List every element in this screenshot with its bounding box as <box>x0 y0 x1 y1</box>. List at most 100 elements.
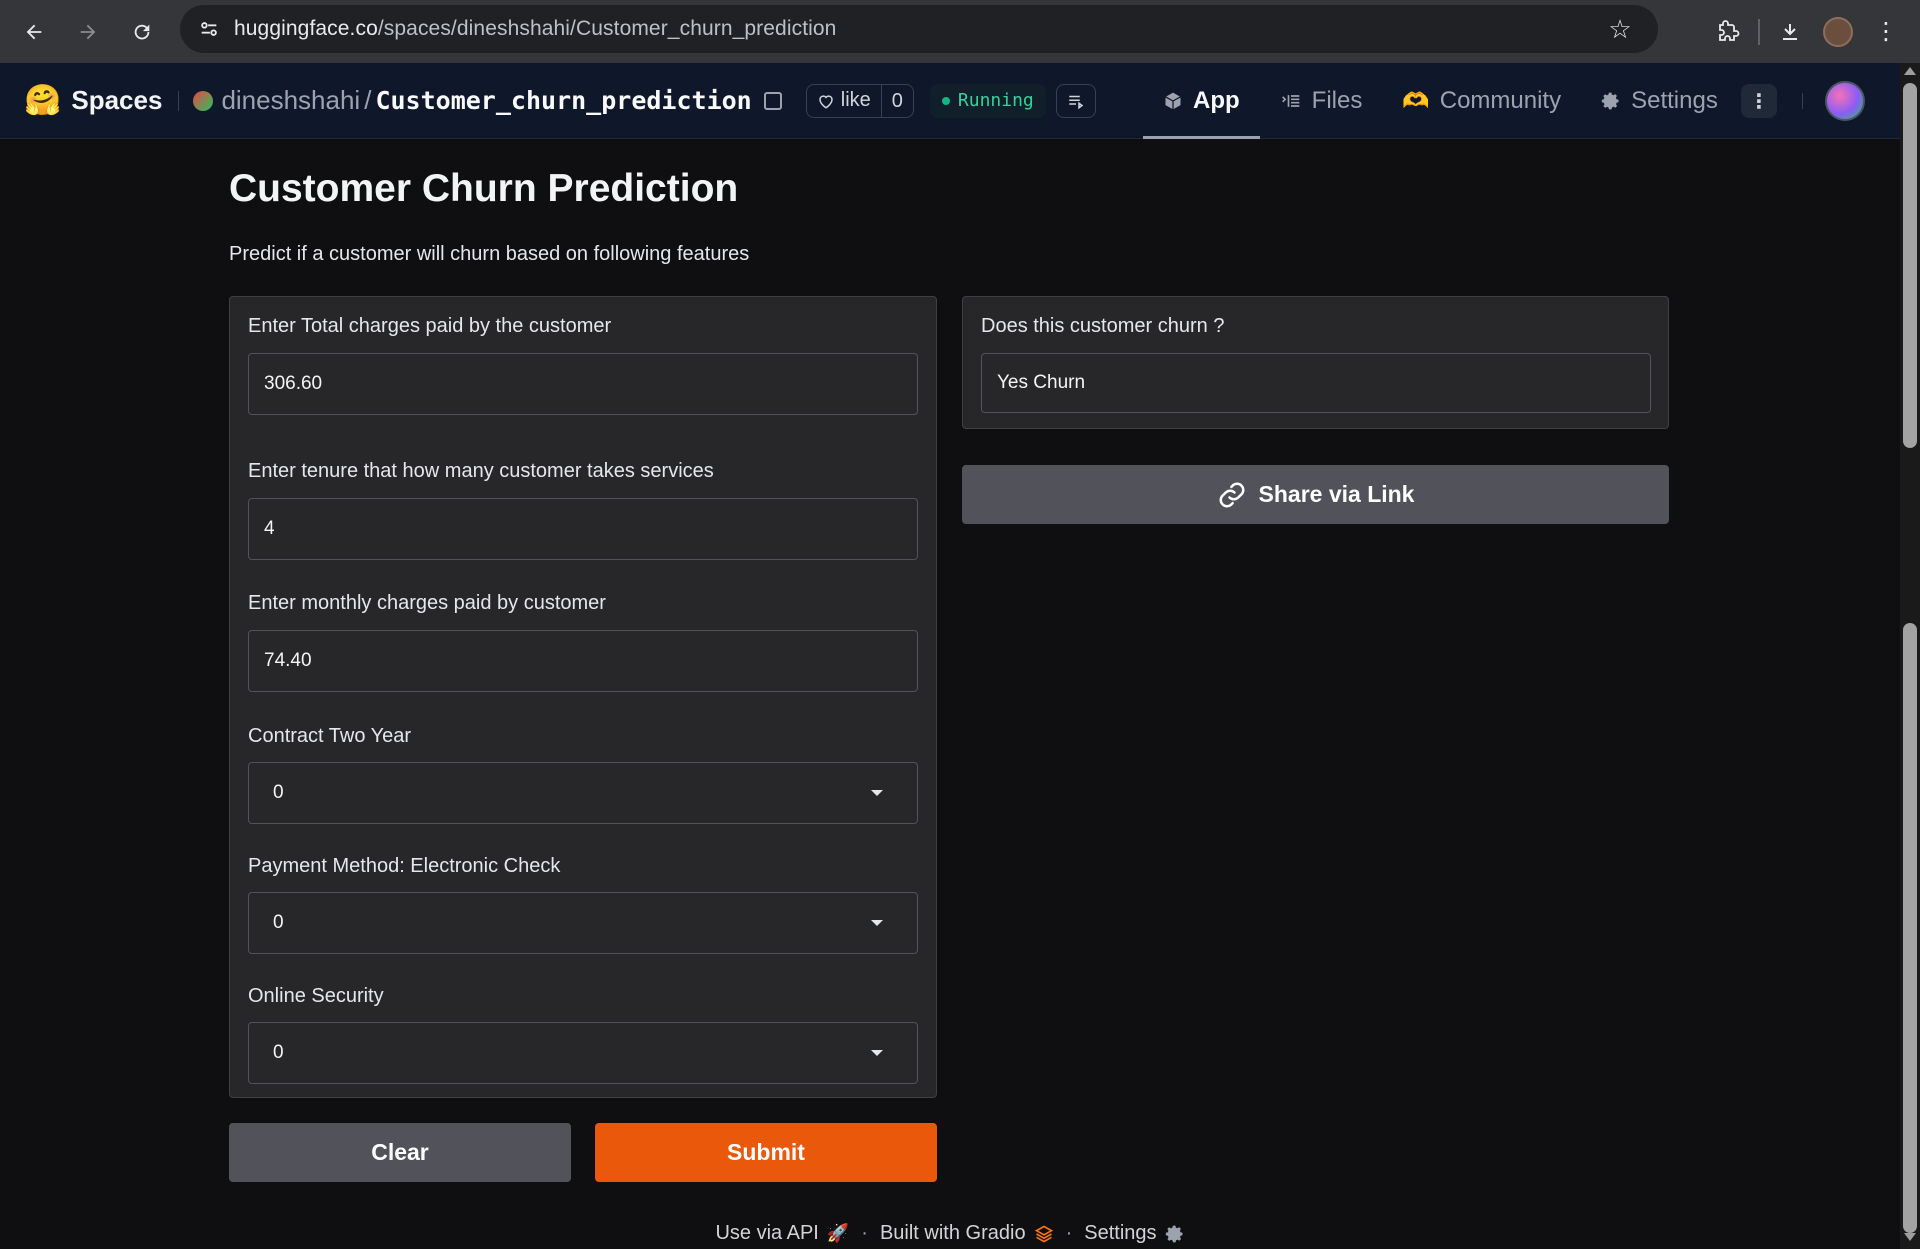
share-via-link-button[interactable]: Share via Link <box>962 465 1669 524</box>
spaces-link[interactable]: Spaces <box>71 85 162 116</box>
built-with-gradio-link[interactable]: Built with Gradio <box>880 1222 1054 1245</box>
url-host: huggingface.co <box>234 17 378 40</box>
use-via-api-link[interactable]: Use via API 🚀 <box>715 1222 849 1245</box>
online-security-dropdown[interactable]: 0 <box>248 1022 918 1084</box>
tenure-input[interactable]: 4 <box>248 498 918 560</box>
gradio-logo-icon <box>1034 1225 1053 1242</box>
more-options-icon[interactable]: ⋮ <box>1741 84 1777 118</box>
total-charges-input[interactable]: 306.60 <box>248 353 918 415</box>
clear-button[interactable]: Clear <box>229 1123 571 1182</box>
payment-method-value: 0 <box>273 912 284 933</box>
contract-two-year-dropdown[interactable]: 0 <box>248 762 918 824</box>
space-name-link[interactable]: Customer_churn_prediction <box>375 86 751 115</box>
link-icon <box>1219 482 1245 507</box>
monthly-charges-label: Enter monthly charges paid by customer <box>248 592 606 614</box>
tab-app[interactable]: App <box>1143 63 1260 139</box>
browser-menu-icon[interactable]: ⋮ <box>1862 8 1910 56</box>
space-owner-link[interactable]: dineshshahi <box>221 85 360 116</box>
footer-settings-link[interactable]: Settings <box>1084 1222 1184 1245</box>
tab-files-label: Files <box>1311 87 1363 114</box>
space-logs-button[interactable] <box>1055 83 1096 118</box>
total-charges-label: Enter Total charges paid by the customer <box>248 315 612 337</box>
header-divider-2 <box>1802 93 1803 109</box>
hf-header: 🤗 Spaces dineshshahi / Customer_churn_pr… <box>0 63 1900 139</box>
profile-avatar[interactable] <box>1814 8 1862 56</box>
output-label: Does this customer churn ? <box>981 315 1225 337</box>
online-security-value: 0 <box>273 1042 284 1063</box>
tab-settings[interactable]: Settings <box>1581 63 1738 139</box>
submit-button[interactable]: Submit <box>595 1123 937 1182</box>
online-security-label: Online Security <box>248 985 384 1007</box>
browser-toolbar: huggingface.co/spaces/dineshshahi/Custom… <box>0 0 1920 63</box>
gradio-app: Customer Churn Prediction Predict if a c… <box>0 139 1900 1249</box>
heart-icon <box>818 94 833 109</box>
extensions-icon[interactable] <box>1704 8 1752 56</box>
space-avatar <box>193 90 214 111</box>
status-text: Running <box>957 90 1034 111</box>
tab-settings-label: Settings <box>1631 87 1718 114</box>
cube-icon <box>1165 92 1181 110</box>
space-tabs: App Files 🫶 Community Settings <box>1143 63 1738 139</box>
payment-method-label: Payment Method: Electronic Check <box>248 855 561 877</box>
footer-separator: · <box>1065 1222 1073 1244</box>
arrow-right-icon <box>80 24 96 39</box>
chevron-down-icon <box>871 920 883 926</box>
arrow-left-icon <box>26 24 42 39</box>
page-description: Predict if a customer will churn based o… <box>229 243 750 265</box>
gear-icon <box>1601 92 1619 110</box>
hugging-face-logo-icon[interactable]: 🤗 <box>24 83 61 118</box>
path-separator: / <box>364 85 372 115</box>
tenure-label: Enter tenure that how many customer take… <box>248 460 714 482</box>
tab-files[interactable]: Files <box>1260 63 1383 139</box>
page-scrollbar[interactable] <box>1900 63 1920 1249</box>
rocket-icon: 🚀 <box>826 1223 850 1243</box>
footer: Use via API 🚀 · Built with Gradio · Sett… <box>0 1222 1900 1245</box>
scroll-down-icon[interactable] <box>1904 1233 1916 1241</box>
download-icon[interactable] <box>1766 8 1814 56</box>
scrollbar-thumb[interactable] <box>1903 623 1917 1233</box>
forward-button[interactable] <box>66 10 110 54</box>
input-panel: Enter Total charges paid by the customer… <box>229 296 937 1098</box>
like-button[interactable]: like 0 <box>805 83 914 118</box>
header-divider <box>178 90 180 111</box>
reload-button[interactable] <box>120 10 164 54</box>
tab-community[interactable]: 🫶 Community <box>1382 63 1581 139</box>
footer-settings-label: Settings <box>1084 1222 1157 1244</box>
chevron-down-icon <box>871 790 883 796</box>
contract-two-year-value: 0 <box>273 782 284 803</box>
tab-community-label: Community <box>1439 87 1562 114</box>
header-scrollbar-thumb[interactable] <box>1903 83 1917 448</box>
like-label-wrap: like <box>807 89 881 112</box>
logs-icon <box>1069 95 1083 109</box>
status-badge[interactable]: Running <box>929 83 1046 118</box>
scroll-up-icon[interactable] <box>1904 67 1916 75</box>
page-title: Customer Churn Prediction <box>229 167 739 210</box>
use-via-api-label: Use via API <box>715 1222 819 1244</box>
like-count: 0 <box>880 84 913 117</box>
output-textbox[interactable]: Yes Churn <box>981 353 1651 413</box>
chevron-down-icon <box>871 1050 883 1056</box>
address-bar[interactable]: huggingface.co/spaces/dineshshahi/Custom… <box>180 5 1658 53</box>
like-label: like <box>840 89 871 111</box>
back-button[interactable] <box>12 10 56 54</box>
copy-icon[interactable] <box>763 91 782 110</box>
contract-two-year-label: Contract Two Year <box>248 725 412 747</box>
user-avatar[interactable] <box>1825 81 1865 121</box>
toolbar-divider <box>1758 18 1760 45</box>
share-label: Share via Link <box>1258 481 1415 507</box>
gear-icon <box>1165 1225 1183 1242</box>
url-path: /spaces/dineshshahi/Customer_churn_predi… <box>377 17 837 40</box>
built-with-gradio-label: Built with Gradio <box>879 1222 1026 1244</box>
community-icon: 🫶 <box>1402 88 1430 113</box>
output-panel: Does this customer churn ? Yes Churn <box>962 296 1669 429</box>
url-text: huggingface.co/spaces/dineshshahi/Custom… <box>234 17 836 41</box>
bookmark-star-icon[interactable]: ☆ <box>1604 13 1636 45</box>
site-info-icon[interactable] <box>194 14 224 44</box>
status-dot-icon <box>941 96 950 105</box>
files-icon <box>1281 95 1299 107</box>
reload-icon <box>134 24 150 39</box>
monthly-charges-input[interactable]: 74.40 <box>248 630 918 692</box>
tab-app-label: App <box>1193 87 1240 114</box>
footer-separator: · <box>861 1222 868 1244</box>
payment-method-dropdown[interactable]: 0 <box>248 892 918 954</box>
